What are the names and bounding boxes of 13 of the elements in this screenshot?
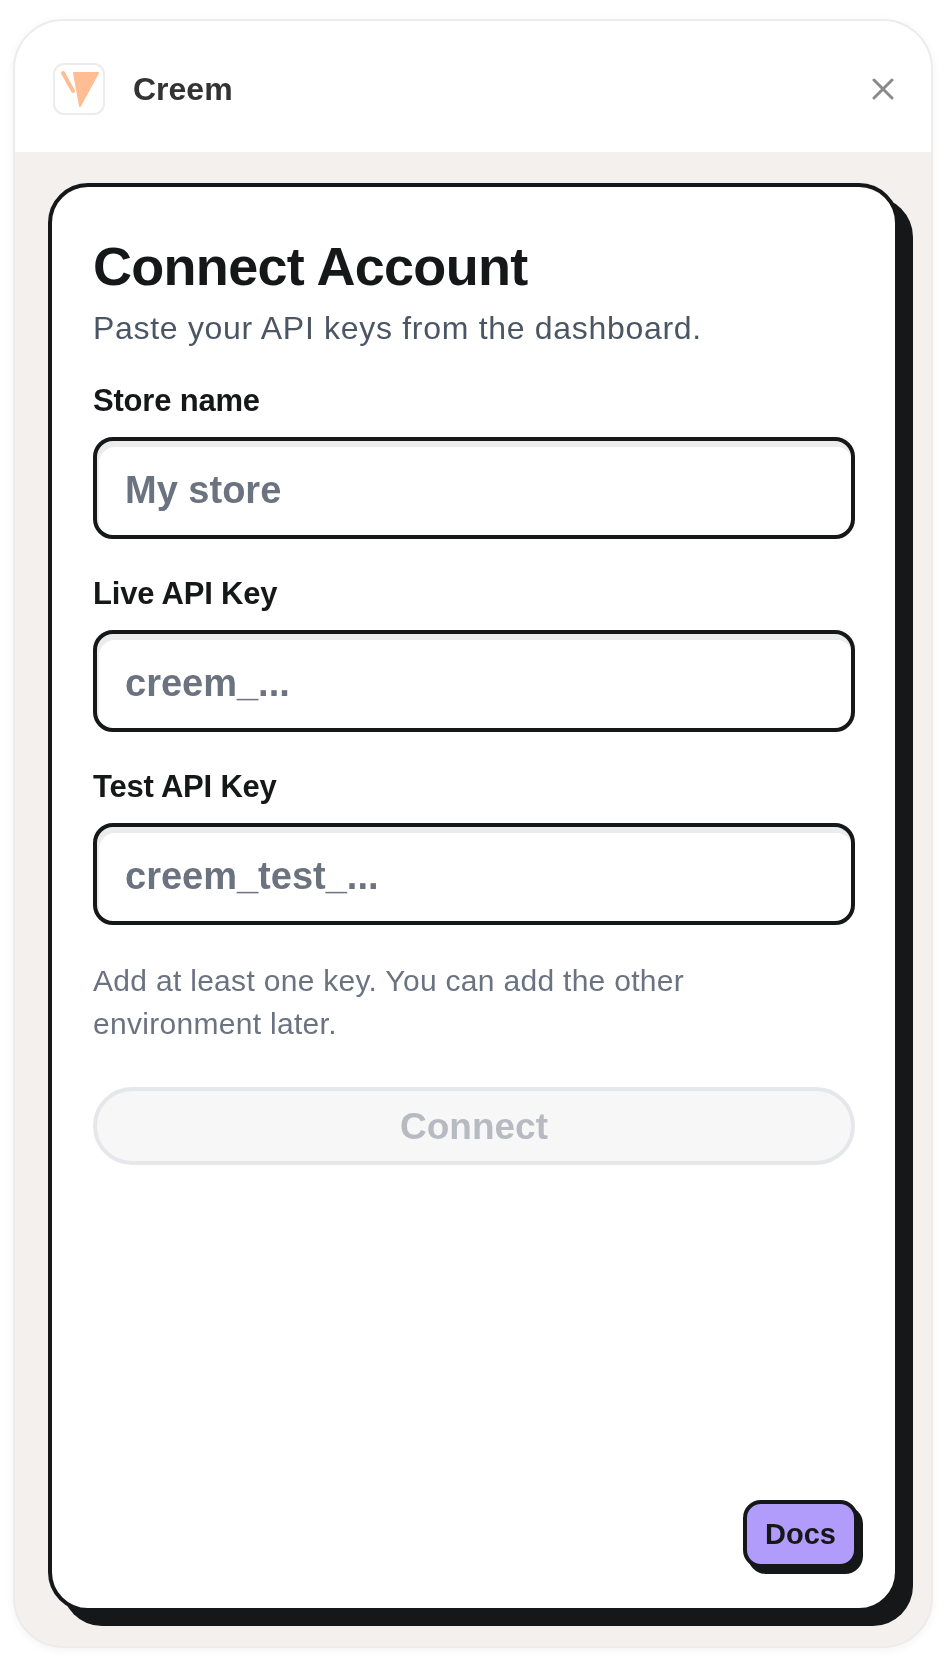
field-label: Store name (93, 382, 261, 420)
input-field[interactable]: My store (93, 437, 855, 539)
close-icon (872, 77, 894, 100)
form-title: Connect Account (93, 236, 529, 296)
logo-icon (53, 62, 105, 115)
help-text: Add at least one key. You can add the other environment later. (93, 963, 686, 1042)
field-label: Test API Key (93, 768, 278, 806)
form-subtitle: Paste your API keys from the dashboard. (93, 309, 703, 348)
app-name: Creem (133, 69, 233, 109)
input-field[interactable]: creem_... (93, 630, 855, 732)
close-button[interactable] (872, 77, 894, 100)
input-field[interactable]: creem_test_... (93, 823, 855, 925)
field-label: Live API Key (93, 575, 279, 613)
